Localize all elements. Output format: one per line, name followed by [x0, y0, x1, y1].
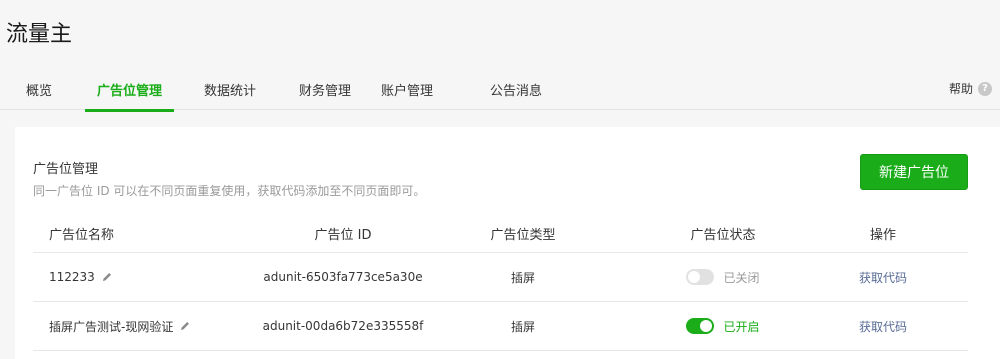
table-header-row: 广告位名称 广告位 ID 广告位类型 广告位状态 操作 — [33, 215, 968, 253]
table-row: 插屏广告测试-现网验证 adunit-00da6b72e335558f 插屏 已… — [33, 302, 968, 351]
tab-data-statistics[interactable]: 数据统计 — [204, 80, 256, 110]
ad-slot-card: 广告位管理 同一广告位 ID 可以在不同页面重复使用，获取代码添加至不同页面即可… — [15, 127, 1000, 359]
ad-slot-name: 112233 — [49, 270, 95, 284]
ad-slot-id: adunit-6503fa773ce5a30e — [263, 270, 423, 284]
header-type: 广告位类型 — [490, 228, 556, 243]
tab-announcements[interactable]: 公告消息 — [490, 80, 542, 110]
new-ad-slot-button[interactable]: 新建广告位 — [860, 154, 968, 190]
header-name: 广告位名称 — [49, 228, 115, 243]
toggle-knob — [700, 320, 713, 332]
get-code-link[interactable]: 获取代码 — [859, 318, 907, 335]
tab-overview[interactable]: 概览 — [26, 80, 52, 110]
main-tabs: 概览 广告位管理 数据统计 财务管理 账户管理 公告消息 — [0, 72, 1000, 112]
table-row: 112233 adunit-6503fa773ce5a30e 插屏 已关闭 获取… — [33, 253, 968, 302]
pencil-icon[interactable] — [179, 320, 191, 332]
tab-finance-management[interactable]: 财务管理 — [299, 80, 351, 110]
status-toggle[interactable] — [686, 269, 715, 285]
question-circle-icon: ? — [978, 81, 992, 96]
header-id: 广告位 ID — [314, 228, 372, 243]
status-label: 已关闭 — [723, 270, 760, 285]
ad-slot-type: 插屏 — [510, 270, 535, 285]
ad-slot-id: adunit-00da6b72e335558f — [262, 319, 424, 333]
toggle-knob — [688, 271, 701, 283]
section-description: 同一广告位 ID 可以在不同页面重复使用，获取代码添加至不同页面即可。 — [33, 184, 426, 198]
action-cell: 获取代码 — [833, 253, 933, 301]
action-cell: 获取代码 — [833, 302, 933, 350]
ad-slot-status: 已开启 — [653, 302, 793, 350]
ad-slot-status: 已关闭 — [653, 253, 793, 301]
app-title: 流量主 — [6, 22, 73, 47]
tab-account-management[interactable]: 账户管理 — [381, 80, 433, 110]
get-code-link[interactable]: 获取代码 — [859, 269, 907, 286]
ad-slot-name-cell: 112233 — [49, 253, 113, 301]
section-title: 广告位管理 — [33, 162, 99, 177]
pencil-icon[interactable] — [101, 271, 113, 283]
help-link[interactable]: 帮助 ? — [949, 80, 992, 97]
tab-ad-slot-management[interactable]: 广告位管理 — [84, 80, 175, 112]
header-action: 操作 — [869, 228, 896, 243]
ad-slot-type: 插屏 — [510, 319, 535, 334]
help-label: 帮助 — [948, 82, 973, 96]
ad-slot-name-cell: 插屏广告测试-现网验证 — [49, 302, 191, 350]
header-status: 广告位状态 — [690, 228, 756, 243]
status-toggle[interactable] — [686, 318, 715, 334]
status-label: 已开启 — [723, 319, 760, 334]
ad-slot-table: 广告位名称 广告位 ID 广告位类型 广告位状态 操作 112233 aduni… — [33, 215, 968, 351]
ad-slot-name: 插屏广告测试-现网验证 — [49, 319, 174, 334]
